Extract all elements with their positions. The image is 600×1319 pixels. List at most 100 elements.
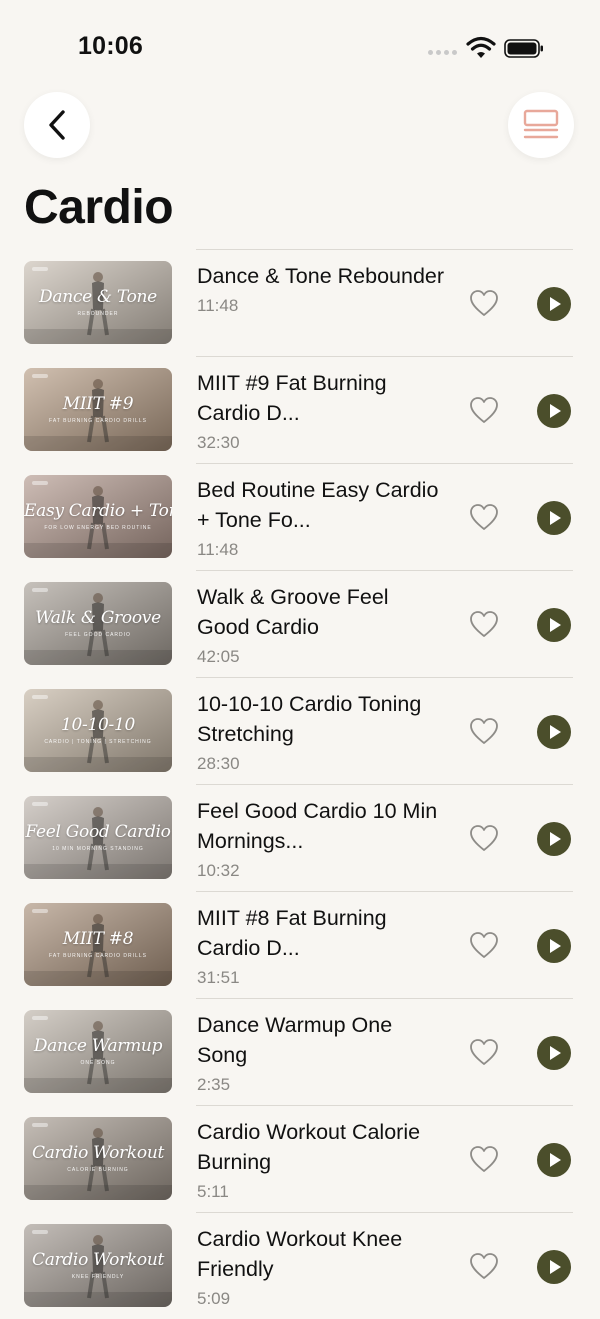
workout-thumbnail[interactable]: Dance Warmup ONE SONG xyxy=(24,1010,172,1093)
workout-thumbnail[interactable]: Cardio Workout CALORIE BURNING xyxy=(24,1117,172,1200)
workout-row[interactable]: Cardio Workout KNEE FRIENDLY Cardio Work… xyxy=(0,1212,600,1319)
thumbnail-subtitle-text: FOR LOW ENERGY BED ROUTINE xyxy=(44,525,152,531)
workout-text: Dance Warmup One Song 2:35 xyxy=(197,1010,447,1099)
play-button[interactable] xyxy=(537,394,571,428)
thumbnail-subtitle-text: CARDIO | TONING | STRETCHING xyxy=(44,739,152,745)
thumbnail-title-text: MIIT #9 xyxy=(62,394,134,414)
thumbnail-title-text: Cardio Workout xyxy=(31,1250,165,1270)
thumbnail-subtitle-text: FEEL GOOD CARDIO xyxy=(65,632,131,638)
play-button[interactable] xyxy=(537,608,571,642)
heart-icon[interactable] xyxy=(469,1252,499,1280)
list-view-button[interactable] xyxy=(508,92,574,158)
workout-row[interactable]: Cardio Workout CALORIE BURNING Cardio Wo… xyxy=(0,1105,600,1212)
workout-title: Cardio Workout Knee Friendly xyxy=(197,1227,403,1281)
play-button[interactable] xyxy=(537,287,571,321)
workout-duration: 42:05 xyxy=(197,647,240,666)
workout-row[interactable]: MIIT #8 FAT BURNING CARDIO DRILLS MIIT #… xyxy=(0,891,600,998)
workout-text: Bed Routine Easy Cardio + Tone Fo... 11:… xyxy=(197,475,447,564)
workout-row[interactable]: Dance Warmup ONE SONG Dance Warmup One S… xyxy=(0,998,600,1105)
workout-row[interactable]: MIIT #9 FAT BURNING CARDIO DRILLS MIIT #… xyxy=(0,356,600,463)
heart-icon[interactable] xyxy=(469,824,499,852)
list-view-icon xyxy=(523,109,559,139)
heart-icon[interactable] xyxy=(469,289,499,317)
play-button[interactable] xyxy=(537,715,571,749)
workout-text: Feel Good Cardio 10 Min Mornings... 10:3… xyxy=(197,796,447,885)
row-divider xyxy=(196,677,573,678)
thumbnail-subtitle-text: KNEE FRIENDLY xyxy=(71,1274,125,1280)
workout-text: Dance & Tone Rebounder 11:48 xyxy=(197,261,447,320)
workout-duration: 10:32 xyxy=(197,861,240,880)
workout-row[interactable]: Feel Good Cardio 10 MIN MORNING STANDING… xyxy=(0,784,600,891)
workout-duration: 5:11 xyxy=(197,1182,229,1201)
workout-text: Walk & Groove Feel Good Cardio 42:05 xyxy=(197,582,447,671)
workout-thumbnail[interactable]: MIIT #8 FAT BURNING CARDIO DRILLS xyxy=(24,903,172,986)
workout-thumbnail[interactable]: Walk & Groove FEEL GOOD CARDIO xyxy=(24,582,172,665)
workout-text: MIIT #8 Fat Burning Cardio D... 31:51 xyxy=(197,903,447,992)
row-divider xyxy=(196,1212,573,1213)
workout-title: Bed Routine Easy Cardio + Tone Fo... xyxy=(197,478,439,532)
play-button[interactable] xyxy=(537,1250,571,1284)
row-divider xyxy=(196,891,573,892)
thumbnail-title-text: Walk & Groove xyxy=(35,608,161,628)
workout-title: 10-10-10 Cardio Toning Stretching xyxy=(197,692,422,746)
row-divider xyxy=(196,570,573,571)
workout-text: Cardio Workout Calorie Burning 5:11 xyxy=(197,1117,447,1206)
thumbnail-title-text: MIIT #8 xyxy=(62,929,134,949)
heart-icon[interactable] xyxy=(469,1038,499,1066)
row-divider xyxy=(196,356,573,357)
workout-row[interactable]: Easy Cardio + Tone FOR LOW ENERGY BED RO… xyxy=(0,463,600,570)
thumbnail-title-text: Feel Good Cardio xyxy=(25,822,171,842)
workout-duration: 31:51 xyxy=(197,968,240,987)
workout-duration: 28:30 xyxy=(197,754,240,773)
workout-title: Dance Warmup One Song xyxy=(197,1013,393,1067)
row-divider xyxy=(196,1105,573,1106)
row-divider xyxy=(196,784,573,785)
workout-row[interactable]: Dance & Tone REBOUNDER Dance & Tone Rebo… xyxy=(0,249,600,356)
workout-list: Dance & Tone REBOUNDER Dance & Tone Rebo… xyxy=(0,249,600,1319)
thumbnail-subtitle-text: 10 MIN MORNING STANDING xyxy=(52,846,144,852)
workout-thumbnail[interactable]: MIIT #9 FAT BURNING CARDIO DRILLS xyxy=(24,368,172,451)
status-bar: 10:06 xyxy=(0,0,600,90)
workout-text: 10-10-10 Cardio Toning Stretching 28:30 xyxy=(197,689,447,778)
thumbnail-title-text: Cardio Workout xyxy=(31,1143,165,1163)
play-button[interactable] xyxy=(537,501,571,535)
row-divider xyxy=(196,249,573,250)
workout-thumbnail[interactable]: Cardio Workout KNEE FRIENDLY xyxy=(24,1224,172,1307)
play-button[interactable] xyxy=(537,929,571,963)
heart-icon[interactable] xyxy=(469,610,499,638)
workout-title: Cardio Workout Calorie Burning xyxy=(197,1120,421,1174)
workout-text: Cardio Workout Knee Friendly 5:09 xyxy=(197,1224,447,1313)
heart-icon[interactable] xyxy=(469,396,499,424)
workout-duration: 32:30 xyxy=(197,433,240,452)
workout-thumbnail[interactable]: Feel Good Cardio 10 MIN MORNING STANDING xyxy=(24,796,172,879)
thumbnail-subtitle-text: FAT BURNING CARDIO DRILLS xyxy=(49,418,147,424)
workout-title: Walk & Groove Feel Good Cardio xyxy=(197,585,389,639)
page-title: Cardio xyxy=(24,181,174,234)
workout-row[interactable]: 10-10-10 CARDIO | TONING | STRETCHING 10… xyxy=(0,677,600,784)
heart-icon[interactable] xyxy=(469,931,499,959)
play-button[interactable] xyxy=(537,1143,571,1177)
workout-duration: 5:09 xyxy=(197,1289,231,1308)
workout-thumbnail[interactable]: Easy Cardio + Tone FOR LOW ENERGY BED RO… xyxy=(24,475,172,558)
heart-icon[interactable] xyxy=(469,503,499,531)
play-button[interactable] xyxy=(537,1036,571,1070)
workout-title: Feel Good Cardio 10 Min Mornings... xyxy=(197,799,438,853)
workout-duration: 11:48 xyxy=(197,540,239,559)
heart-icon[interactable] xyxy=(469,717,499,745)
workout-duration: 2:35 xyxy=(197,1075,231,1094)
row-divider xyxy=(196,998,573,999)
workout-title: MIIT #9 Fat Burning Cardio D... xyxy=(197,371,387,425)
workout-thumbnail[interactable]: 10-10-10 CARDIO | TONING | STRETCHING xyxy=(24,689,172,772)
workout-thumbnail[interactable]: Dance & Tone REBOUNDER xyxy=(24,261,172,344)
battery-icon xyxy=(504,39,543,58)
workout-title: MIIT #8 Fat Burning Cardio D... xyxy=(197,906,387,960)
row-divider xyxy=(196,463,573,464)
cellular-signal-icon xyxy=(428,50,457,55)
workout-row[interactable]: Walk & Groove FEEL GOOD CARDIO Walk & Gr… xyxy=(0,570,600,677)
back-button[interactable] xyxy=(24,92,90,158)
heart-icon[interactable] xyxy=(469,1145,499,1173)
chevron-left-icon xyxy=(49,110,65,140)
wifi-icon xyxy=(466,36,496,58)
workout-duration: 11:48 xyxy=(197,296,239,315)
play-button[interactable] xyxy=(537,822,571,856)
